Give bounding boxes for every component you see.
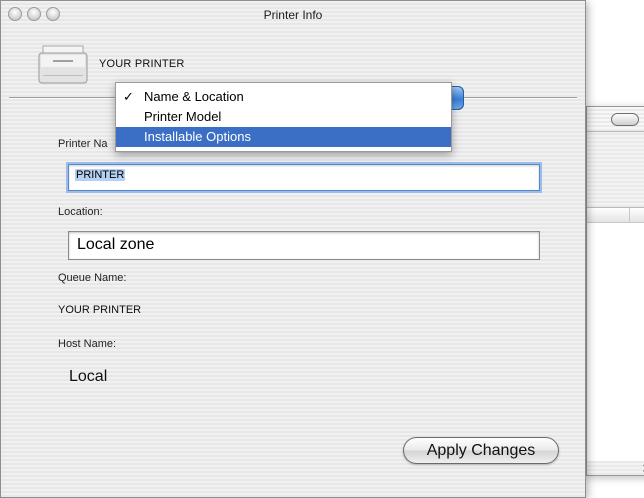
menu-item-installable-options[interactable]: Installable Options bbox=[116, 127, 451, 147]
queue-name-label: Queue Name: bbox=[58, 272, 127, 284]
printer-name-field[interactable]: PRINTER bbox=[68, 164, 540, 191]
host-name-label: Host Name: bbox=[58, 338, 117, 350]
host-name-value: Local bbox=[69, 368, 108, 385]
location-field[interactable]: Local zone bbox=[68, 231, 540, 260]
menu-item-printer-model[interactable]: Printer Model bbox=[116, 107, 451, 127]
section-popup-menu: ✓ Name & Location Printer Model Installa… bbox=[115, 82, 452, 152]
menu-item-label: Name & Location bbox=[144, 89, 244, 104]
background-list-header-divider bbox=[629, 208, 630, 222]
menu-item-label: Printer Model bbox=[144, 109, 222, 124]
title-bar[interactable]: Printer Info bbox=[1, 1, 585, 33]
background-window bbox=[586, 106, 644, 476]
background-window-list[interactable] bbox=[587, 207, 644, 461]
queue-name-value: YOUR PRINTER bbox=[58, 304, 142, 316]
background-window-titlebar bbox=[587, 107, 644, 132]
location-label: Location: bbox=[58, 206, 103, 218]
printer-name-heading: YOUR PRINTER bbox=[99, 58, 185, 70]
printer-name-label: Printer Na bbox=[58, 138, 108, 150]
window-title: Printer Info bbox=[263, 8, 323, 22]
toolbar-toggle-icon[interactable] bbox=[611, 113, 639, 126]
background-list-header bbox=[587, 208, 644, 223]
menu-item-label: Installable Options bbox=[144, 129, 251, 144]
location-value: Local zone bbox=[77, 236, 155, 253]
printer-icon bbox=[38, 45, 88, 84]
menu-item-name-location[interactable]: ✓ Name & Location bbox=[116, 87, 451, 107]
printer-name-value: PRINTER bbox=[75, 169, 126, 181]
printer-info-window: Printer Info YOUR PRINTER Printer Na PRI… bbox=[0, 0, 586, 498]
apply-changes-button[interactable]: Apply Changes bbox=[403, 437, 559, 464]
checkmark-icon: ✓ bbox=[123, 89, 134, 104]
